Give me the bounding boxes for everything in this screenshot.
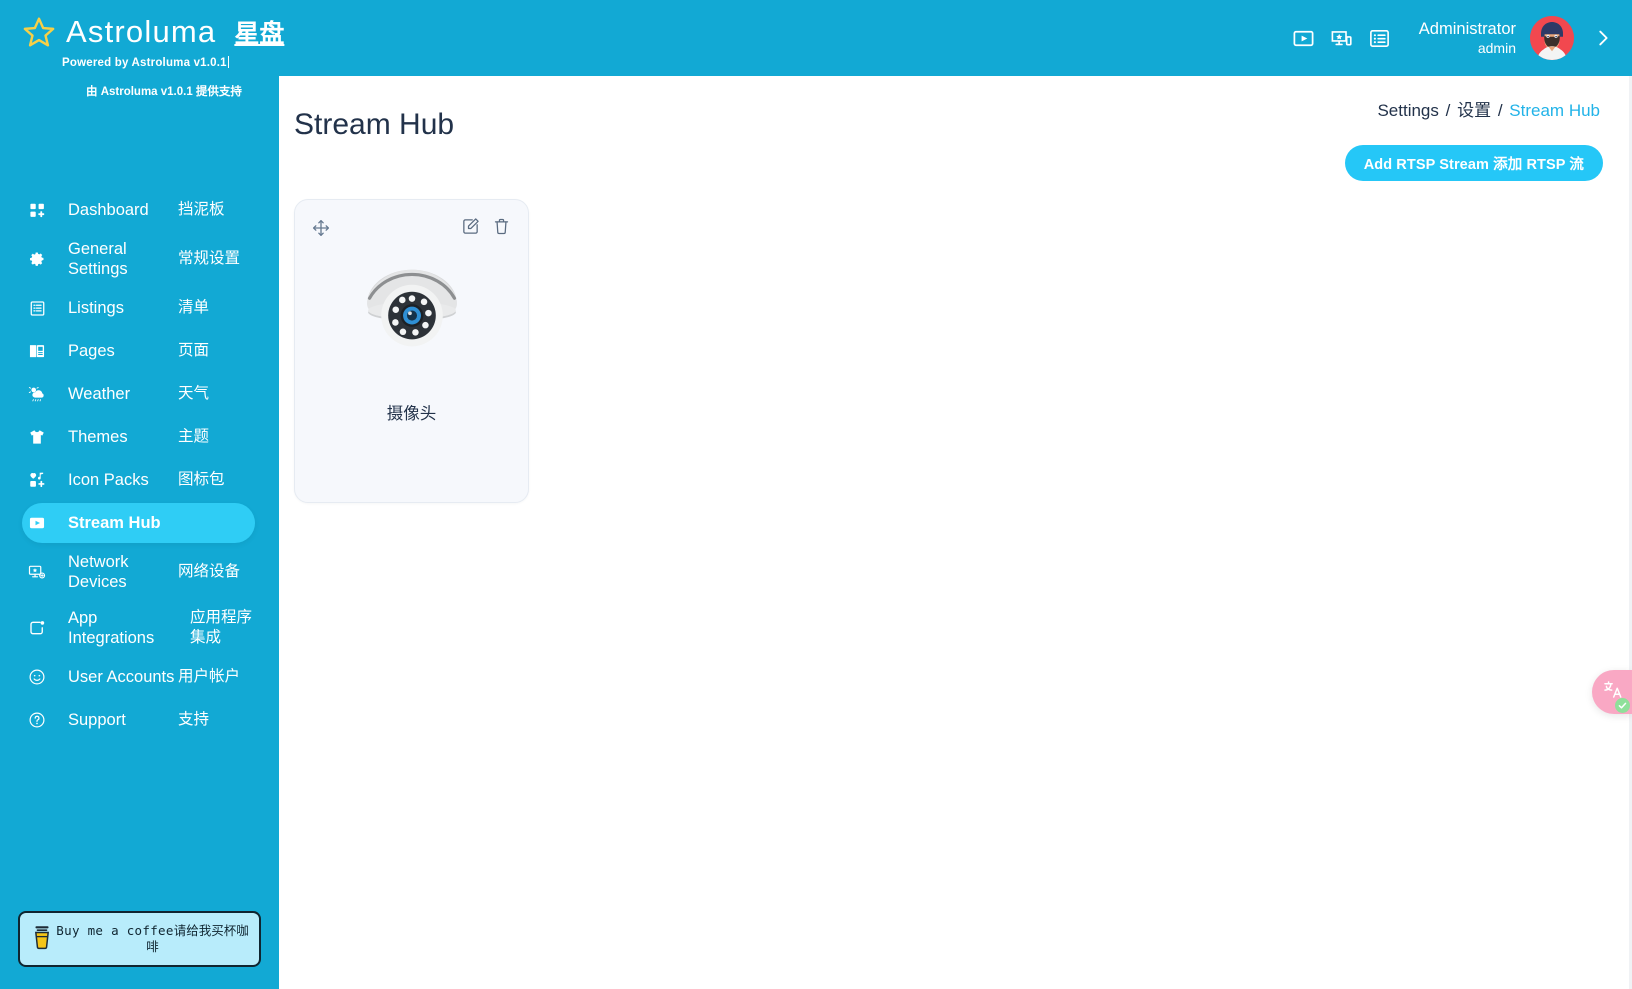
user-name: Administrator	[1418, 20, 1516, 39]
sidebar-item-pages[interactable]: Pages 页面	[22, 331, 255, 371]
sidebar-item-label: Pages	[68, 342, 115, 361]
sidebar-item-label-cn: 挡泥板	[178, 201, 225, 219]
sidebar-item-dashboard[interactable]: Dashboard 挡泥板	[22, 190, 255, 230]
listings-icon	[22, 300, 52, 317]
avatar[interactable]	[1530, 16, 1574, 60]
brand-block[interactable]: Astroluma 星盘 Powered by Astroluma v1.0.1…	[0, 0, 290, 99]
main-content: Stream Hub Settings / 设置 / Stream Hub Ad…	[279, 76, 1632, 989]
sidebar-item-icon-packs[interactable]: Icon Packs 图标包	[22, 460, 255, 500]
sidebar-item-label-cn: 用户帐户	[178, 667, 241, 685]
text-caret	[227, 56, 229, 68]
brand-name-cn: 星盘	[234, 20, 285, 48]
sidebar-item-network-devices[interactable]: Network Devices 网络设备	[22, 546, 255, 598]
sidebar-item-label: App Integrations	[68, 608, 155, 647]
header-right-cluster: Administrator admin	[1287, 0, 1632, 76]
move-arrows-icon[interactable]	[311, 218, 331, 238]
dome-security-camera-icon	[295, 262, 528, 356]
edit-pencil-icon[interactable]	[461, 217, 480, 238]
coffee-label-group: Buy me a coffee请给我买杯咖啡	[56, 923, 249, 956]
breadcrumb-separator: /	[1497, 101, 1503, 120]
icon-packs-icon	[22, 471, 52, 489]
sidebar-item-label: General Settings	[68, 240, 128, 279]
coffee-cup-icon	[30, 923, 56, 956]
powered-by-text: Powered by Astroluma v1.0.1	[22, 56, 290, 69]
trash-icon[interactable]	[492, 217, 511, 238]
add-rtsp-stream-button[interactable]: Add RTSP Stream 添加 RTSP 流	[1344, 145, 1603, 181]
sidebar-item-user-accounts[interactable]: User Accounts 用户帐户	[22, 657, 255, 697]
sidebar-item-stream-hub[interactable]: Stream Hub	[22, 503, 255, 544]
translate-widget[interactable]	[1592, 670, 1632, 714]
check-circle-icon	[1615, 698, 1630, 713]
sidebar-item-label: Weather	[68, 385, 131, 404]
breadcrumb-settings-cn[interactable]: 设置	[1457, 101, 1491, 120]
sidebar-item-label-cn: 支持	[178, 710, 210, 728]
stream-name: 摄像头	[386, 405, 437, 423]
sidebar-item-label: User Accounts	[68, 667, 175, 686]
sidebar-item-label-cn: 主题	[178, 428, 210, 446]
user-role: admin	[1477, 39, 1516, 56]
sidebar-item-label-cn: 图标包	[178, 471, 225, 489]
gear-icon	[22, 251, 52, 268]
sidebar-item-general-settings[interactable]: General Settings 常规设置	[22, 233, 255, 285]
sidebar-item-label: Network Devices	[68, 553, 129, 592]
top-header-bar: Astroluma 星盘 Powered by Astroluma v1.0.1…	[0, 0, 1632, 98]
sidebar-item-support[interactable]: Support 支持	[22, 700, 255, 740]
network-device-icon	[22, 563, 52, 581]
video-player-icon[interactable]	[1287, 21, 1321, 55]
sidebar-item-label: Themes	[68, 428, 128, 447]
sidebar-item-label-cn: 网络设备	[178, 563, 241, 581]
page-title: Stream Hub	[294, 108, 455, 142]
sidebar-item-label-cn: 应用程序集成	[190, 608, 253, 646]
breadcrumb-separator: /	[1445, 101, 1451, 120]
sidebar-nav: Dashboard 挡泥板 General Settings 常规设置 List…	[0, 190, 279, 740]
sidebar-item-label-cn: 页面	[178, 342, 210, 360]
stream-card[interactable]: 摄像头	[294, 199, 529, 503]
sidebar-item-themes[interactable]: Themes 主题	[22, 417, 255, 457]
sidebar: Dashboard 挡泥板 General Settings 常规设置 List…	[0, 76, 279, 989]
sidebar-item-label: Icon Packs	[68, 471, 149, 490]
sidebar-item-label: Listings	[68, 299, 124, 318]
sidebar-item-label: Support	[68, 710, 126, 729]
user-meta[interactable]: Administrator admin	[1419, 19, 1516, 56]
book-pages-icon	[22, 342, 52, 360]
sidebar-item-label-cn: 常规设置	[178, 250, 241, 268]
coffee-label: Buy me a coffee	[56, 922, 174, 938]
sidebar-item-listings[interactable]: Listings 清单	[22, 288, 255, 328]
breadcrumb-settings[interactable]: Settings	[1377, 101, 1438, 120]
sidebar-item-app-integrations[interactable]: App Integrations 应用程序集成	[22, 602, 255, 654]
list-view-icon[interactable]	[1363, 21, 1397, 55]
buy-me-a-coffee-button[interactable]: Buy me a coffee请给我买杯咖啡	[18, 911, 261, 967]
device-cast-icon[interactable]	[1325, 21, 1359, 55]
sidebar-item-label: Dashboard	[68, 200, 149, 219]
powered-by-label: Powered by Astroluma v1.0.1	[62, 57, 227, 69]
sidebar-item-weather[interactable]: Weather 天气	[22, 374, 255, 414]
chevron-right-icon[interactable]	[1592, 27, 1614, 49]
grid-dashboard-icon	[22, 202, 52, 219]
user-circle-icon	[22, 668, 52, 686]
breadcrumb: Settings / 设置 / Stream Hub	[1377, 96, 1600, 121]
cloud-weather-icon	[22, 385, 52, 403]
card-actions	[461, 217, 511, 238]
sidebar-item-label: Stream Hub	[68, 514, 161, 533]
stream-grid: 摄像头	[294, 199, 529, 503]
brand-name: Astroluma	[66, 14, 217, 49]
powered-by-text-cn: 由 Astroluma v1.0.1 提供支持	[86, 86, 242, 98]
breadcrumb-current: Stream Hub	[1509, 101, 1600, 120]
sidebar-item-label-cn: 清单	[178, 299, 210, 317]
help-question-icon	[22, 711, 52, 729]
brand-row: Astroluma 星盘	[22, 14, 290, 50]
app-integration-icon	[22, 619, 52, 637]
star-icon	[22, 15, 56, 49]
sidebar-item-label-cn: 天气	[178, 385, 210, 403]
tshirt-themes-icon	[22, 428, 52, 446]
stream-play-icon	[22, 514, 52, 532]
